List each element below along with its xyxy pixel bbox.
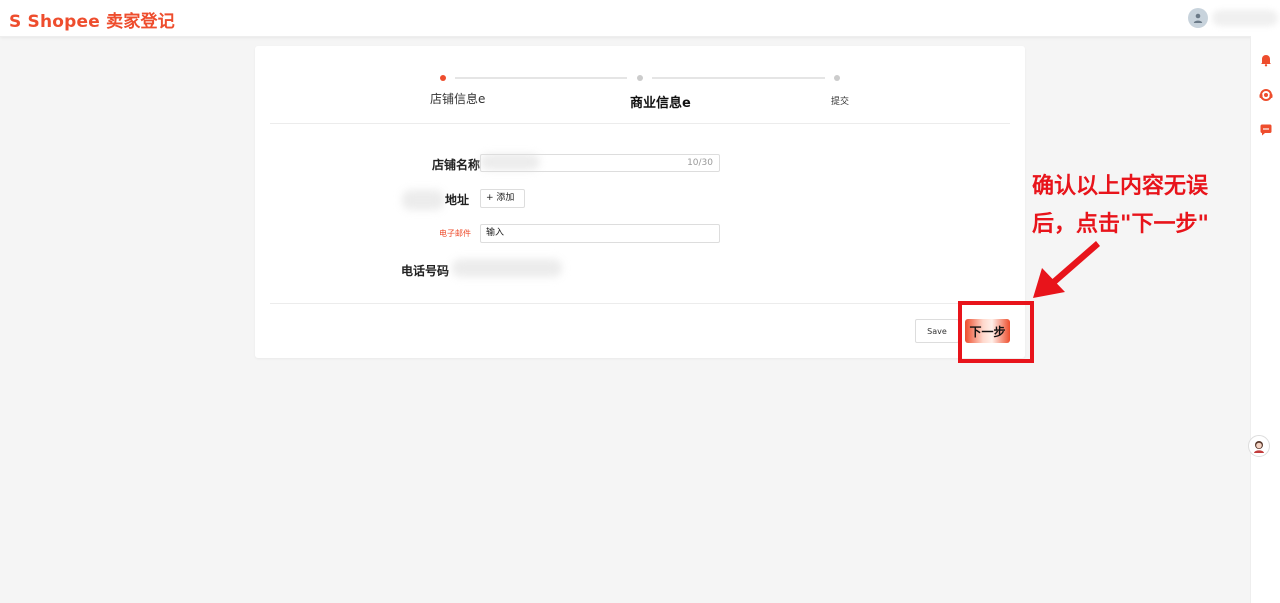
registration-card: 店铺信息e 商业信息e 提交 店铺名称 10/30 地址 + 添加 电子邮件 输… (255, 46, 1025, 358)
step-label-business-info[interactable]: 商业信息e (630, 92, 691, 111)
step-label-submit[interactable]: 提交 (831, 94, 849, 107)
step-dot-submit (834, 75, 840, 81)
next-button-highlight-box (958, 301, 1034, 363)
address-label-blurred (402, 190, 444, 210)
address-label: 地址 (445, 193, 470, 207)
customer-service-icon[interactable] (1258, 87, 1274, 103)
app-logo[interactable]: S Shopee 卖家登记 (9, 7, 175, 32)
pointer-arrow-icon (1033, 241, 1100, 298)
shop-name-char-count: 10/30 (687, 158, 713, 168)
email-label: 电子邮件 (439, 229, 471, 238)
step-dot-shop-info (440, 75, 446, 81)
step-label-shop-info[interactable]: 店铺信息e (430, 90, 485, 107)
header-divider (270, 123, 1010, 124)
shop-name-label: 店铺名称 (432, 158, 481, 172)
instruction-annotation: 确认以上内容无误 后，点击"下一步" (1032, 168, 1252, 244)
user-avatar-icon[interactable] (1188, 8, 1208, 28)
email-input[interactable]: 输入 (480, 224, 720, 243)
notification-bell-icon[interactable] (1258, 52, 1274, 68)
annotation-line-1: 确认以上内容无误 (1032, 174, 1209, 199)
top-bar: S Shopee 卖家登记 (0, 0, 1280, 37)
footer-divider (270, 303, 1010, 304)
assistant-avatar-icon[interactable] (1248, 435, 1270, 457)
chat-icon[interactable] (1258, 122, 1274, 138)
phone-label: 电话号码 (401, 264, 450, 278)
step-connector (652, 77, 825, 79)
username-blurred (1212, 10, 1278, 26)
phone-blurred (452, 259, 562, 277)
shop-name-input[interactable]: 10/30 (480, 154, 720, 172)
add-address-button[interactable]: + 添加 (480, 189, 525, 208)
step-connector (455, 77, 627, 79)
save-button[interactable]: Save (915, 319, 959, 343)
right-rail (1250, 36, 1280, 603)
step-dot-business-info (637, 75, 643, 81)
stepper: 店铺信息e 商业信息e 提交 (255, 46, 1025, 124)
